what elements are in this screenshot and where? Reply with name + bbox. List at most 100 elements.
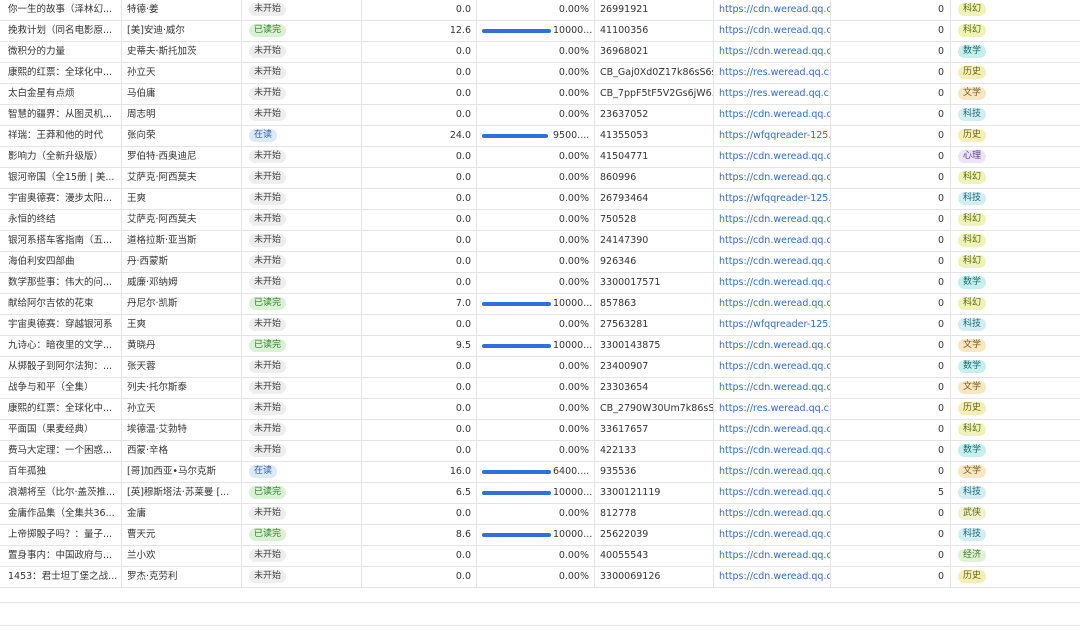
book-id-cell: 750528 [594,210,713,230]
book-author-cell: [美]安迪·威尔 [121,21,241,41]
table-row[interactable]: 费马大定理：一个困惑... 西蒙·辛格 未开始 0.0 0.00% 422133 https… [0,441,1080,462]
cover-url-cell[interactable]: https://cdn.weread.qq.c... [713,252,830,272]
status-badge: 已读完 [249,528,287,541]
status-badge: 未开始 [249,507,287,520]
reading-hours-cell: 0.0 [361,84,476,104]
notes-count-cell: 0 [830,147,950,167]
cover-url-cell[interactable]: https://cdn.weread.qq.c... [713,504,830,524]
progress-bar [482,29,551,33]
notes-count-cell: 0 [830,210,950,230]
table-row[interactable]: 1453：君士坦丁堡之战... 罗杰·克劳利 未开始 0.0 0.00% 33000691… [0,567,1080,588]
table-row[interactable]: 微积分的力量 史蒂夫·斯托加茨 未开始 0.0 0.00% 36968021 https:/… [0,42,1080,63]
cover-url-cell[interactable]: https://cdn.weread.qq.c... [713,441,830,461]
book-id-cell: 26991921 [594,0,713,20]
table-row[interactable]: 九诗心：暗夜里的文学... 黄晓丹 已读完 9.5 10000... 3300143875… [0,336,1080,357]
reading-progress-cell: 10000... [476,21,594,41]
table-row[interactable]: 影响力（全新升级版） 罗伯特·西奥迪尼 未开始 0.0 0.00% 41504771 htt… [0,147,1080,168]
cover-url-cell[interactable]: https://cdn.weread.qq.c... [713,378,830,398]
book-author-cell: 特德·姜 [121,0,241,20]
cover-url-cell[interactable]: https://cdn.weread.qq.c... [713,105,830,125]
status-badge: 未开始 [249,444,287,457]
cover-url-cell[interactable]: https://cdn.weread.qq.c... [713,546,830,566]
status-badge-cell: 未开始 [241,273,361,293]
cover-url-cell[interactable]: https://cdn.weread.qq.c... [713,357,830,377]
table-row[interactable]: 战争与和平（全集） 列夫·托尔斯泰 未开始 0.0 0.00% 23303654 https… [0,378,1080,399]
book-title-cell: 康熙的红票：全球化中... [8,67,113,78]
reading-progress-cell: 0.00% [476,273,594,293]
cover-url-cell[interactable]: https://cdn.weread.qq.c... [713,336,830,356]
book-author-cell: 埃德温·艾勃特 [121,420,241,440]
table-row[interactable]: 海伯利安四部曲 丹·西蒙斯 未开始 0.0 0.00% 926346 https://cdn… [0,252,1080,273]
cover-url-cell[interactable]: https://cdn.weread.qq.c... [713,210,830,230]
category-tag-cell: 科技 [950,105,1080,125]
table-row[interactable]: 金庸作品集（全集共36... 金庸 未开始 0.0 0.00% 812778 https:/… [0,504,1080,525]
cover-url-cell[interactable]: https://cdn.weread.qq.c... [713,273,830,293]
progress-bar [482,386,551,390]
cover-url-cell[interactable]: https://cdn.weread.qq.c... [713,294,830,314]
cover-url-cell[interactable]: https://cdn.weread.qq.c... [713,0,830,20]
book-title-cell: 从掷骰子到阿尔法狗：... [8,361,113,372]
book-title-cell: 海伯利安四部曲 [8,256,75,267]
table-row[interactable]: 置身事内：中国政府与... 兰小欢 未开始 0.0 0.00% 40055543 https… [0,546,1080,567]
book-title-cell: 百年孤独 [8,466,47,477]
reading-progress-cell: 0.00% [476,399,594,419]
cover-url-cell[interactable]: https://cdn.weread.qq.c... [713,420,830,440]
cover-url-cell[interactable]: https://cdn.weread.qq.c... [713,462,830,482]
table-row[interactable]: 平面国（果麦经典） 埃德温·艾勃特 未开始 0.0 0.00% 33617657 https… [0,420,1080,441]
table-row[interactable]: 祥瑞：王莽和他的时代 张向荣 在读 24.0 9500.... 41355053 https… [0,126,1080,147]
table-row[interactable]: 宇宙奥德赛：漫步太阳... 王爽 未开始 0.0 0.00% 26793464 https:… [0,189,1080,210]
cover-url-cell[interactable]: https://cdn.weread.qq.c... [713,567,830,587]
cover-url-cell[interactable]: https://cdn.weread.qq.c... [713,483,830,503]
table-row[interactable]: 上帝掷骰子吗？：量子... 曹天元 已读完 8.6 10000... 25622039 ht… [0,525,1080,546]
reading-progress-cell: 0.00% [476,567,594,587]
table-row[interactable]: 挽救计划（同名电影原... [美]安迪·威尔 已读完 12.6 10000... 4110… [0,21,1080,42]
table-row[interactable]: 太白金星有点烦 马伯庸 未开始 0.0 0.00% CB_7ppF5tF5V2Gs6jW6… [0,84,1080,105]
status-badge: 未开始 [249,45,287,58]
cover-url-cell[interactable]: https://res.weread.qq.c... [713,84,830,104]
status-badge: 未开始 [249,234,287,247]
category-tag-cell: 科技 [950,315,1080,335]
table-row[interactable]: 百年孤独 [哥]加西亚•马尔克斯 在读 16.0 6400.... 935536 https… [0,462,1080,483]
progress-bar [482,92,551,96]
table-row[interactable]: 康熙的红票：全球化中... 孙立天 未开始 0.0 0.00% CB_Gaj0Xd0Z17… [0,63,1080,84]
table-row[interactable]: 银河系搭车客指南（五... 道格拉斯·亚当斯 未开始 0.0 0.00% 24147390… [0,231,1080,252]
category-tag: 历史 [958,402,987,415]
book-title-cell: 宇宙奥德赛：漫步太阳... [8,193,113,204]
status-badge-cell: 已读完 [241,483,361,503]
book-author-cell: 艾萨克·阿西莫夫 [121,168,241,188]
book-author-cell: 孙立天 [121,399,241,419]
cover-url-cell[interactable]: https://cdn.weread.qq.c... [713,525,830,545]
category-tag: 科技 [958,486,987,499]
progress-text: 0.00% [558,214,589,225]
cover-url-cell[interactable]: https://cdn.weread.qq.c... [713,42,830,62]
cover-url-cell[interactable]: https://res.weread.qq.c... [713,399,830,419]
table-row[interactable]: 永恒的终结 艾萨克·阿西莫夫 未开始 0.0 0.00% 750528 https://cd… [0,210,1080,231]
book-author-cell: 张天蓉 [121,357,241,377]
cover-url-cell[interactable]: https://cdn.weread.qq.c... [713,21,830,41]
table-row[interactable]: 你一生的故事（泽林幻... 特德·姜 未开始 0.0 0.00% 26991921 http… [0,0,1080,21]
table-row[interactable]: 智慧的疆界：从图灵机... 周志明 未开始 0.0 0.00% 23637052 https… [0,105,1080,126]
table-row[interactable]: 康熙的红票：全球化中... 孙立天 未开始 0.0 0.00% CB_2790W30Um7… [0,399,1080,420]
table-row[interactable]: 数学那些事：伟大的问... 威廉·邓纳姆 未开始 0.0 0.00% 3300017571… [0,273,1080,294]
cover-url-cell[interactable]: https://cdn.weread.qq.c... [713,147,830,167]
category-tag: 科幻 [958,234,987,247]
table-row[interactable]: 从掷骰子到阿尔法狗：... 张天蓉 未开始 0.0 0.00% 23400907 https… [0,357,1080,378]
cover-url-cell[interactable]: https://wfqqreader-125... [713,189,830,209]
cover-url-cell[interactable]: https://wfqqreader-125... [713,126,830,146]
table-row[interactable]: 宇宙奥德赛：穿越银河系 王爽 未开始 0.0 0.00% 27563281 https://… [0,315,1080,336]
book-id-cell: CB_Gaj0Xd0Z17k86sS6s... [594,63,713,83]
status-badge: 未开始 [249,549,287,562]
notes-count-cell: 5 [830,483,950,503]
table-row[interactable]: 浪潮将至（比尔·盖茨推... [英]穆斯塔法·苏莱曼 [... 已读完 6.5 1000… [0,483,1080,504]
cover-url-cell[interactable]: https://wfqqreader-125... [713,315,830,335]
table-row[interactable]: 银河帝国（全15册 | 美... 艾萨克·阿西莫夫 未开始 0.0 0.00% 86099… [0,168,1080,189]
book-id-cell: 23400907 [594,357,713,377]
table-row[interactable]: 献给阿尔吉侬的花束 丹尼尔·凯斯 已读完 7.0 10000... 857863 https… [0,294,1080,315]
reading-progress-cell: 0.00% [476,210,594,230]
cover-url-cell[interactable]: https://cdn.weread.qq.c... [713,168,830,188]
cover-url-cell[interactable]: https://res.weread.qq.c... [713,63,830,83]
book-author-cell: 艾萨克·阿西莫夫 [121,210,241,230]
cover-url-cell[interactable]: https://cdn.weread.qq.c... [713,231,830,251]
book-title-cell: 微积分的力量 [8,46,66,57]
reading-progress-cell: 0.00% [476,189,594,209]
